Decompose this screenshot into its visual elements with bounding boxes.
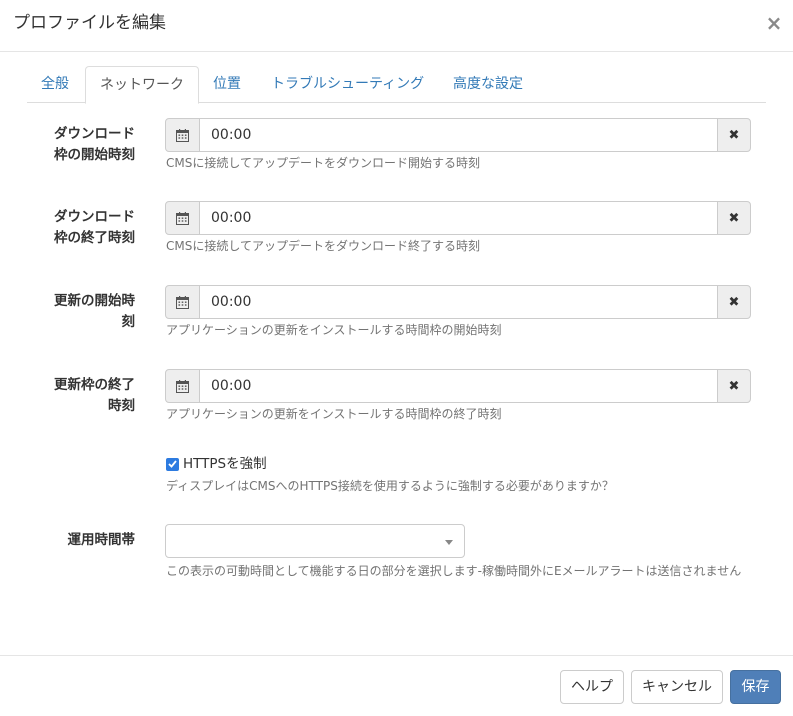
help-button[interactable]: ヘルプ <box>560 670 624 704</box>
operating-hours-label: 運用時間帯 <box>67 532 136 548</box>
tab-bar: 全般 ネットワーク 位置 トラブルシューティング 高度な設定 <box>27 66 766 104</box>
tab-location[interactable]: 位置 <box>199 66 255 103</box>
update-end-help: アプリケーションの更新をインストールする時間枠の終了時刻 <box>166 407 502 421</box>
times-icon[interactable]: ✖ <box>717 201 751 235</box>
calendar-icon[interactable] <box>165 118 200 152</box>
force-https-checkbox[interactable] <box>166 457 179 471</box>
download-start-label: ダウンロード 枠の開始時刻 <box>30 124 135 166</box>
save-button[interactable]: 保存 <box>730 670 781 704</box>
update-end-label: 更新枠の終了 時刻 <box>30 375 135 417</box>
operating-hours-select[interactable] <box>165 524 465 558</box>
times-icon[interactable]: ✖ <box>717 369 751 403</box>
update-start-input-group: 00:00 ✖ <box>165 285 751 319</box>
label-line: 枠の開始時刻 <box>54 147 135 163</box>
label-line: 時刻 <box>108 398 135 414</box>
download-start-time-input[interactable]: 00:00 <box>199 118 718 152</box>
calendar-icon[interactable] <box>165 201 200 235</box>
label-line: ダウンロード <box>54 126 135 142</box>
edit-profile-dialog: プロファイルを編集 × 全般 ネットワーク 位置 トラブルシューティング 高度な… <box>0 0 793 716</box>
close-icon[interactable]: × <box>764 12 784 34</box>
dialog-header: プロファイルを編集 × <box>0 0 793 52</box>
calendar-icon[interactable] <box>165 369 200 403</box>
tab-troubleshooting[interactable]: トラブルシューティング <box>257 66 438 103</box>
force-https-row[interactable]: HTTPSを強制 <box>166 455 267 473</box>
cancel-button[interactable]: キャンセル <box>631 670 723 704</box>
label-line: 刻 <box>121 314 136 330</box>
label-line: 枠の終了時刻 <box>54 230 135 246</box>
calendar-icon[interactable] <box>165 285 200 319</box>
tab-advanced[interactable]: 高度な設定 <box>439 66 537 103</box>
tab-network[interactable]: ネットワーク <box>85 66 199 104</box>
label-line: 更新の開始時 <box>54 293 135 309</box>
force-https-label: HTTPSを強制 <box>183 456 267 472</box>
update-start-label: 更新の開始時 刻 <box>30 291 135 333</box>
update-start-time-input[interactable]: 00:00 <box>199 285 718 319</box>
download-start-input-group: 00:00 ✖ <box>165 118 751 152</box>
label-line: 更新枠の終了 <box>54 377 135 393</box>
times-icon[interactable]: ✖ <box>717 118 751 152</box>
label-line: ダウンロード <box>54 209 135 225</box>
download-end-help: CMSに接続してアップデートをダウンロード終了する時刻 <box>166 239 480 253</box>
download-end-input-group: 00:00 ✖ <box>165 201 751 235</box>
tab-general[interactable]: 全般 <box>27 66 83 103</box>
download-end-label: ダウンロード 枠の終了時刻 <box>30 207 135 249</box>
operating-hours-help: この表示の可動時間として機能する日の部分を選択します-稼働時間外にEメールアラー… <box>166 564 742 578</box>
update-end-input-group: 00:00 ✖ <box>165 369 751 403</box>
dialog-title: プロファイルを編集 <box>13 13 166 33</box>
dialog-footer: ヘルプ キャンセル 保存 <box>0 655 793 716</box>
force-https-help: ディスプレイはCMSへのHTTPS接続を使用するように強制する必要がありますか？ <box>166 479 614 493</box>
download-end-time-input[interactable]: 00:00 <box>199 201 718 235</box>
update-start-help: アプリケーションの更新をインストールする時間枠の開始時刻 <box>166 323 502 337</box>
check-icon <box>168 460 177 468</box>
download-start-help: CMSに接続してアップデートをダウンロード開始する時刻 <box>166 156 480 170</box>
times-icon[interactable]: ✖ <box>717 285 751 319</box>
update-end-time-input[interactable]: 00:00 <box>199 369 718 403</box>
caret-down-icon <box>445 540 453 545</box>
